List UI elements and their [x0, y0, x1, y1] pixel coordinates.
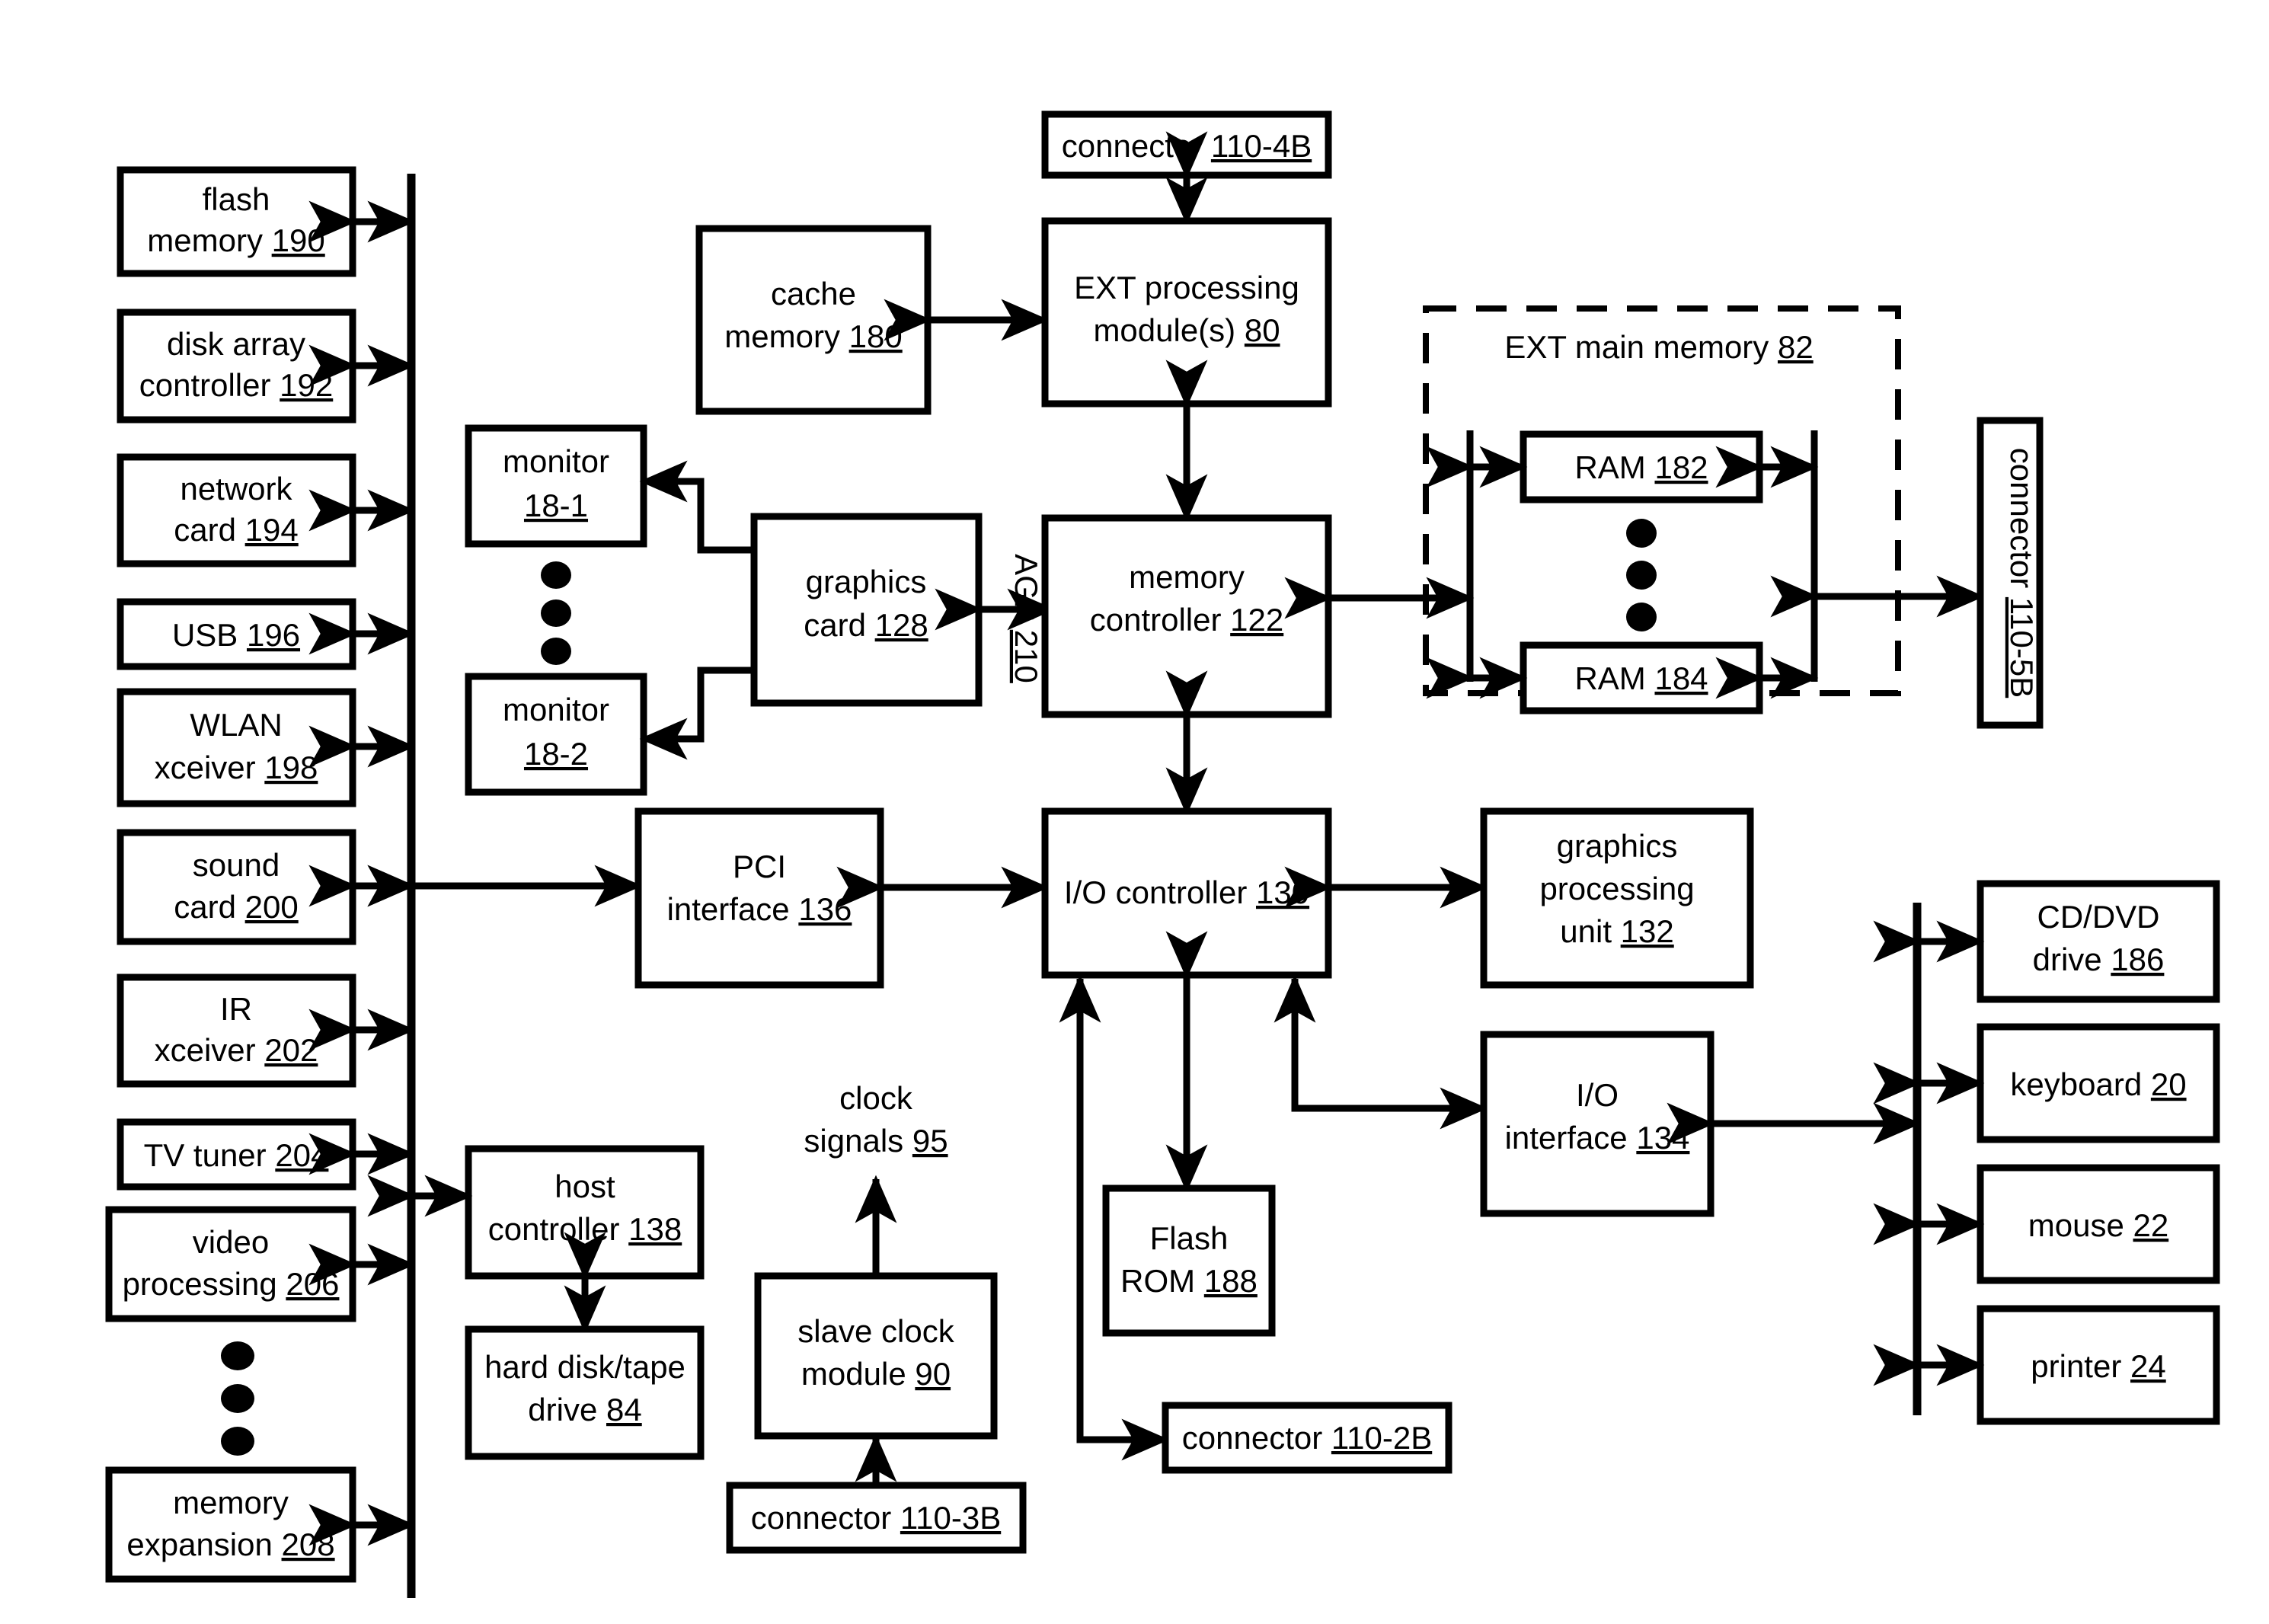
block-label-ref: 18-2 — [524, 736, 588, 772]
block-connector-110-3b[interactable]: connector 110-3B — [726, 1482, 1027, 1554]
block-graphics-processing-unit-132[interactable]: graphics processing unit 132 — [1480, 807, 1754, 989]
block-label-line1: slave clock — [797, 1313, 954, 1349]
block-label-line2: interface 134 — [1505, 1120, 1690, 1156]
block-label-line2: module 90 — [801, 1356, 951, 1392]
block-io-interface-134[interactable]: I/O interface 134 — [1480, 1031, 1715, 1217]
block-label-line1: WLAN — [190, 707, 282, 743]
block-cd-dvd-drive-186[interactable]: CD/DVD drive 186 — [1977, 880, 2220, 1003]
block-ext-processing-module-80[interactable]: EXT processing module(s) 80 — [1041, 217, 1332, 408]
block-monitor-18-2[interactable]: monitor 18-2 — [465, 673, 647, 796]
block-label-line2: memory 180 — [724, 318, 902, 354]
block-label-line1: flash — [203, 181, 270, 217]
block-label-line2: memory 190 — [147, 222, 324, 258]
block-label-line2: TV tuner 204 — [144, 1137, 329, 1173]
block-graphics-card-128[interactable]: graphics card 128 — [750, 513, 983, 707]
block-host-controller-138[interactable]: host controller 138 — [465, 1145, 705, 1280]
block-label-line1: host — [554, 1168, 615, 1204]
block-label-line2: connector 110-4B — [1062, 128, 1312, 164]
block-mouse-22[interactable]: mouse 22 — [1977, 1164, 2220, 1284]
label-agp-210: AGP 210 — [1008, 554, 1044, 683]
block-label-line1: cache — [771, 276, 856, 312]
vertical-ellipsis-left-peripherals — [221, 1341, 254, 1456]
block-label-line1: EXT processing — [1074, 270, 1299, 305]
block-ir-xceiver-202[interactable]: IR xceiver 202 — [117, 973, 356, 1088]
vertical-ellipsis-ram-modules — [1626, 519, 1657, 631]
block-label-line1: network — [180, 471, 292, 507]
block-io-controller-130[interactable]: I/O controller 130 — [1041, 807, 1332, 979]
block-label-line2: unit 132 — [1560, 913, 1673, 949]
block-sound-card-200[interactable]: sound card 200 — [117, 829, 356, 945]
block-network-card-194[interactable]: network card 194 — [117, 453, 356, 567]
block-memory-expansion-208[interactable]: memory expansion 208 — [105, 1466, 356, 1583]
block-label-line2: USB 196 — [172, 617, 300, 653]
block-label-line1: PCI — [733, 849, 786, 884]
block-label-line1: CD/DVD — [2037, 899, 2159, 935]
block-label-line1: graphics — [806, 564, 927, 599]
block-pci-interface-136[interactable]: PCI interface 136 — [634, 807, 884, 989]
block-label-line2: processing 206 — [123, 1266, 340, 1302]
block-label-line1: memory — [1129, 559, 1245, 595]
block-label-line2: xceiver 198 — [155, 750, 318, 785]
block-label-line2: ROM 188 — [1120, 1263, 1258, 1299]
block-label-line2: controller 122 — [1090, 602, 1284, 638]
vertical-ellipsis-monitors — [541, 561, 571, 665]
block-monitor-18-1[interactable]: monitor 18-1 — [465, 424, 647, 548]
block-label-line1: memory — [173, 1485, 289, 1520]
block-label-line1b: processing — [1539, 871, 1694, 906]
block-label-line2: card 200 — [174, 889, 298, 925]
label-ext-main-memory-82: EXT main memory 82 — [1504, 329, 1813, 365]
block-tv-tuner-204[interactable]: TV tuner 204 — [117, 1118, 356, 1191]
block-label-line1: I/O — [1576, 1077, 1619, 1113]
block-label-line2: card 128 — [804, 607, 928, 643]
block-label-line2: drive 186 — [2033, 941, 2165, 977]
label-clock-signals-95: signals 95 — [804, 1123, 948, 1159]
block-label-line2: interface 136 — [667, 891, 852, 927]
block-label-line2: printer 24 — [2031, 1348, 2165, 1384]
block-cache-memory-180[interactable]: cache memory 180 — [695, 225, 932, 415]
block-flash-rom-188[interactable]: Flash ROM 188 — [1102, 1184, 1276, 1337]
block-label-line2: card 194 — [174, 512, 298, 548]
block-flash-memory-190[interactable]: flash memory 190 — [117, 166, 356, 277]
block-video-processing-206[interactable]: video processing 206 — [105, 1206, 356, 1322]
block-label-line1: hard disk/tape — [484, 1349, 685, 1385]
block-usb-196[interactable]: USB 196 — [117, 598, 356, 670]
label-clock-signals-line1: clock — [839, 1080, 913, 1116]
block-ram-182[interactable]: RAM 182 — [1520, 430, 1763, 504]
block-label-line1: monitor — [503, 443, 609, 479]
block-connector-110-5b[interactable]: connector 110-5B — [1977, 417, 2044, 729]
block-ram-184[interactable]: RAM 184 — [1520, 641, 1763, 714]
block-label-line2: RAM 182 — [1574, 449, 1708, 485]
patent-figure-block-diagram: flash memory 190 disk array controller 1… — [0, 0, 2269, 1624]
block-label-line1: Flash — [1150, 1220, 1229, 1256]
block-label-line2: connector 110-3B — [751, 1500, 1001, 1536]
block-label-line2: xceiver 202 — [155, 1032, 318, 1068]
block-label-line2: connector 110-2B — [1182, 1420, 1432, 1456]
block-label-line1: disk array — [167, 326, 305, 362]
block-wlan-xceiver-198[interactable]: WLAN xceiver 198 — [117, 688, 356, 807]
block-label-line2: connector 110-5B — [2004, 448, 2040, 698]
block-printer-24[interactable]: printer 24 — [1977, 1305, 2220, 1425]
block-label-line1: IR — [220, 991, 252, 1027]
block-label-line2: controller 192 — [139, 367, 334, 403]
block-label-line2: I/O controller 130 — [1064, 874, 1309, 910]
block-label-line1: sound — [193, 847, 280, 883]
block-hard-disk-tape-drive-84[interactable]: hard disk/tape drive 84 — [465, 1325, 705, 1460]
block-label-line2: mouse 22 — [2028, 1207, 2168, 1243]
block-label-line1: video — [193, 1224, 269, 1260]
block-disk-array-controller-192[interactable]: disk array controller 192 — [117, 308, 356, 424]
block-label-line2: RAM 184 — [1574, 660, 1708, 696]
block-keyboard-20[interactable]: keyboard 20 — [1977, 1023, 2220, 1143]
block-label-ref: 18-1 — [524, 488, 588, 523]
block-label-line1: graphics — [1557, 828, 1678, 864]
block-label-line1: monitor — [503, 692, 609, 727]
block-connector-110-4b[interactable]: connector 110-4B — [1041, 110, 1332, 179]
block-label-line2: drive 84 — [528, 1392, 641, 1427]
block-slave-clock-module-90[interactable]: slave clock module 90 — [754, 1272, 998, 1440]
block-label-line2: module(s) 80 — [1093, 312, 1280, 348]
block-label-line2: expansion 208 — [126, 1526, 334, 1562]
block-connector-110-2b[interactable]: connector 110-2B — [1162, 1402, 1452, 1474]
block-label-line2: keyboard 20 — [2010, 1066, 2186, 1102]
block-memory-controller-122[interactable]: memory controller 122 — [1041, 514, 1332, 718]
block-label-line2: controller 138 — [488, 1211, 682, 1247]
